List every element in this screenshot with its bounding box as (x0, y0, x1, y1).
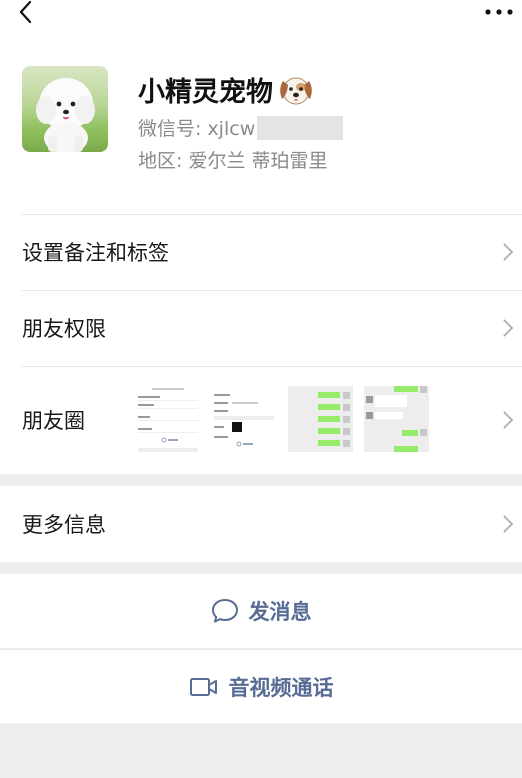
dog-photo-icon (36, 78, 95, 152)
section-gap (0, 562, 522, 574)
divider (22, 214, 522, 215)
profile-screenshot-icon (212, 386, 277, 452)
more-options-icon[interactable] (484, 6, 514, 18)
moments-thumbnail (288, 386, 353, 452)
video-call-label: 音视频通话 (228, 675, 334, 700)
send-message-button[interactable]: 发消息 (0, 574, 522, 648)
section-gap (0, 474, 522, 486)
divider (22, 366, 522, 367)
send-message-label: 发消息 (248, 600, 312, 624)
chevron-right-icon (503, 411, 514, 429)
nickname: 小精灵宠物 (138, 70, 315, 109)
top-bar (0, 0, 522, 46)
settings-list: 设置备注和标签 朋友权限 朋友圈 (0, 214, 522, 474)
chat-screenshot-icon (288, 386, 353, 452)
friend-permissions-row[interactable]: 朋友权限 (0, 290, 522, 366)
moments-thumbnail (364, 386, 429, 452)
moments-thumbnail (136, 386, 201, 452)
nickname-text: 小精灵宠物 (138, 77, 273, 108)
more-info-label: 更多信息 (22, 513, 106, 537)
video-call-button[interactable]: 音视频通话 (0, 649, 522, 723)
set-remarks-label: 设置备注和标签 (22, 241, 169, 265)
more-info-row[interactable]: 更多信息 (0, 486, 522, 562)
chat-bubble-icon (211, 599, 238, 623)
divider (22, 290, 522, 291)
conversation-screenshot-icon (364, 386, 429, 452)
avatar[interactable] (22, 66, 108, 152)
wechat-id: 微信号: xjlcw (138, 114, 344, 141)
back-arrow-icon[interactable] (16, 0, 38, 28)
settings-screenshot-icon (136, 386, 201, 452)
chevron-right-icon (503, 515, 514, 533)
profile-header: 小精灵宠物 微信号: xjlcw 地区: 爱尔兰 蒂珀雷里 (0, 46, 522, 214)
dog-face-emoji-icon (280, 77, 312, 104)
chevron-right-icon (503, 243, 514, 261)
friend-permissions-label: 朋友权限 (22, 317, 106, 341)
moments-thumbnails (136, 386, 429, 452)
wechat-id-text: 微信号: xjlcw (138, 118, 256, 140)
chevron-right-icon (503, 319, 514, 337)
moments-row[interactable]: 朋友圈 (0, 366, 522, 474)
moments-thumbnail (212, 386, 277, 452)
video-camera-icon (189, 677, 217, 696)
region: 地区: 爱尔兰 蒂珀雷里 (138, 150, 328, 172)
set-remarks-row[interactable]: 设置备注和标签 (0, 214, 522, 290)
moments-label: 朋友圈 (22, 409, 85, 433)
redacted-id-block (257, 115, 344, 140)
